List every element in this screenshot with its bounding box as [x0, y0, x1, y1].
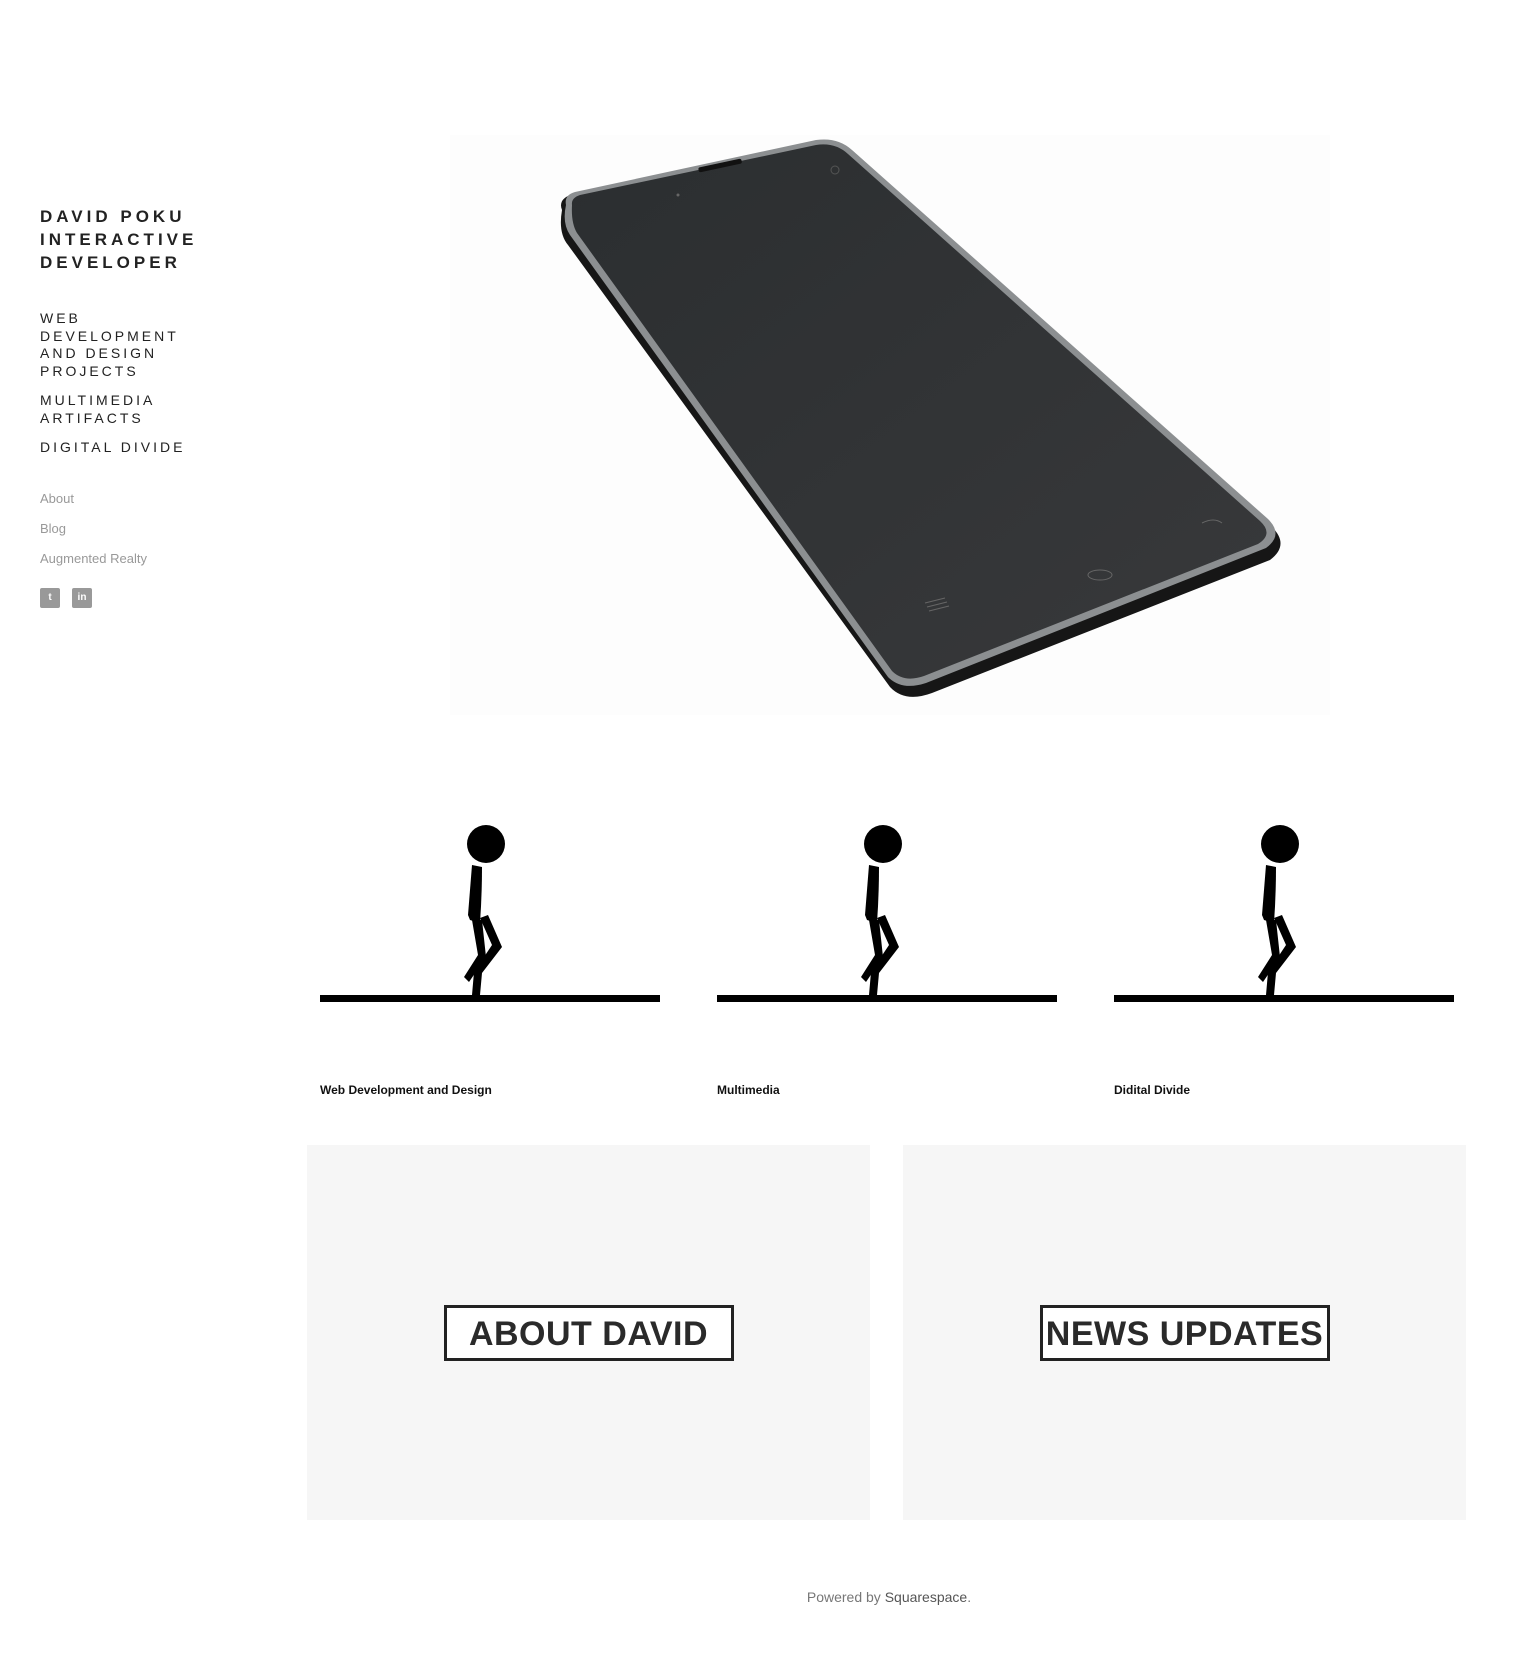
about-david-label: ABOUT DAVID	[443, 1304, 734, 1361]
footer-prefix: Powered by	[806, 1589, 885, 1605]
footer-suffix: .	[967, 1589, 972, 1605]
secondary-nav: About Blog Augmented Realty	[40, 491, 240, 566]
main-nav: WEB DEVELOPMENT AND DESIGN PROJECTS MULT…	[40, 310, 240, 457]
tile-label[interactable]: Didital Divide	[1114, 1083, 1190, 1097]
footer: Powered by Squarespace.	[0, 1589, 1519, 1605]
stick-figure-image	[1114, 825, 1454, 1002]
linkedin-icon[interactable]: in	[72, 587, 92, 608]
about-david-banner[interactable]: ABOUT DAVID	[307, 1145, 870, 1520]
twitter-icon[interactable]: t	[40, 587, 60, 608]
nav-link-blog[interactable]: Blog	[40, 521, 240, 536]
phone-illustration	[560, 139, 1281, 697]
tile-label[interactable]: Multimedia	[717, 1083, 780, 1097]
tile-web-development[interactable]: Web Development and Design	[320, 815, 660, 1097]
nav-link-about[interactable]: About	[40, 491, 240, 506]
squarespace-link[interactable]: Squarespace	[885, 1589, 968, 1605]
tile-multimedia[interactable]: Multimedia	[717, 815, 1057, 1097]
tile-digital-divide[interactable]: Didital Divide	[1114, 815, 1454, 1097]
news-updates-label: NEWS UPDATES	[1039, 1304, 1330, 1361]
hero-phone-image	[450, 135, 1330, 715]
stick-figure-image	[717, 825, 1057, 1002]
site-title[interactable]: DAVID POKU INTERACTIVE DEVELOPER	[40, 207, 197, 272]
social-links: t in	[40, 587, 240, 608]
nav-item-web-development[interactable]: WEB DEVELOPMENT AND DESIGN PROJECTS	[40, 310, 180, 380]
nav-item-multimedia-artifacts[interactable]: MULTIMEDIA ARTIFACTS	[40, 392, 160, 427]
stick-figure-image	[320, 825, 660, 1002]
news-updates-banner[interactable]: NEWS UPDATES	[903, 1145, 1466, 1520]
sidebar: DAVID POKU INTERACTIVE DEVELOPER WEB DEV…	[40, 205, 240, 608]
nav-item-digital-divide[interactable]: DIGITAL DIVIDE	[40, 439, 240, 457]
tile-label[interactable]: Web Development and Design	[320, 1083, 492, 1097]
nav-link-augmented-realty[interactable]: Augmented Realty	[40, 551, 240, 566]
